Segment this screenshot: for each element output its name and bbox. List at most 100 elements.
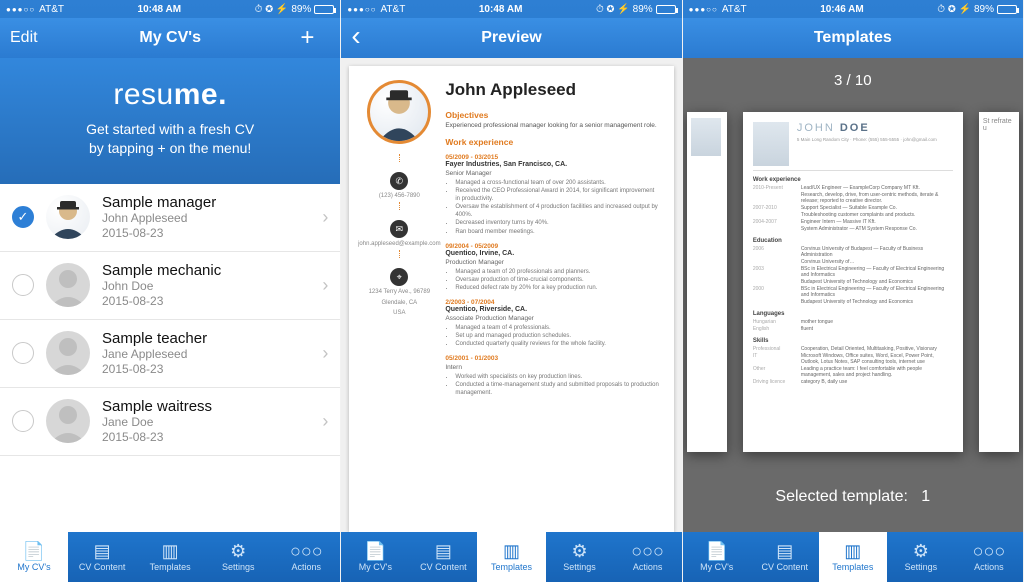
cv-date: 2015-08-23: [102, 294, 310, 309]
status-time: 10:48 AM: [409, 4, 592, 15]
tab-icon: ⚙: [571, 542, 587, 560]
tab-label: Settings: [222, 562, 255, 572]
cv-title: Sample manager: [102, 194, 310, 211]
tab-templates[interactable]: ▥Templates: [819, 532, 887, 582]
template-row: Troubleshooting customer complaints and …: [753, 212, 953, 218]
cv-row[interactable]: Sample mechanicJohn Doe2015-08-23›: [0, 252, 340, 320]
template-row: System Administrator — ATM System Respon…: [753, 226, 953, 232]
screen-preview: AT&T 10:48 AM ⏱ ✪ ⚡ 89% Preview ✆ (123) …: [341, 0, 682, 582]
cv-author: John Appleseed: [102, 211, 310, 226]
tab-label: Templates: [491, 562, 532, 572]
tab-icon: ○○○: [631, 542, 664, 560]
cv-author: John Doe: [102, 279, 310, 294]
status-time: 10:46 AM: [751, 4, 934, 15]
job-dates: 2/2003 - 07/2004: [445, 299, 659, 306]
tab-actions[interactable]: ○○○Actions: [955, 532, 1023, 582]
battery-icon: [997, 5, 1017, 14]
tab-icon: 📄: [705, 542, 727, 560]
chevron-right-icon: ›: [322, 343, 328, 364]
tab-label: Actions: [292, 562, 322, 572]
cv-title: Sample mechanic: [102, 262, 310, 279]
cv-title: Sample waitress: [102, 398, 310, 415]
job-company: Quentico, Riverside, CA.: [445, 306, 659, 313]
tab-cv-content[interactable]: ▤CV Content: [68, 532, 136, 582]
tab-icon: ▤: [776, 542, 793, 560]
template-row: Corvinus University of…: [753, 259, 953, 265]
tab-cv-content[interactable]: ▤ CV Content: [751, 532, 819, 582]
tab-my-cv-s[interactable]: 📄My CV's: [341, 532, 409, 582]
status-indicators: ⏱ ✪ ⚡: [596, 4, 630, 15]
nav-title: Templates: [683, 29, 1023, 47]
edit-button[interactable]: Edit: [10, 29, 40, 47]
tab-icon: ▥: [503, 542, 520, 560]
template-row: OtherLeading a practice team: I feel com…: [753, 366, 953, 378]
tab-actions[interactable]: ○○○Actions: [614, 532, 682, 582]
tab-bar: 📄 My CV's ▤ CV Content ▥Templates⚙Settings○○…: [683, 532, 1023, 582]
job-bullets: Managed a cross-functional team of over …: [445, 179, 659, 236]
tab-templates[interactable]: ▥ Templates: [136, 532, 204, 582]
job-bullets: Managed a team of 20 professionals and p…: [445, 268, 659, 292]
tab-actions[interactable]: ○○○ Actions: [272, 532, 340, 582]
back-button[interactable]: [351, 26, 381, 50]
cv-author: Jane Doe: [102, 415, 310, 430]
section-work: Work experience: [445, 137, 659, 147]
select-circle[interactable]: [12, 410, 34, 432]
select-circle[interactable]: [12, 274, 34, 296]
status-bar: AT&T 10:48 AM ⏱ ✪ ⚡ 89%: [341, 0, 681, 18]
avatar-photo: [46, 195, 90, 239]
job-bullets: Managed a team of 4 professionals.Set up…: [445, 324, 659, 348]
template-section: Skills: [753, 338, 953, 344]
cv-row[interactable]: Sample waitressJane Doe2015-08-23›: [0, 388, 340, 456]
carrier-label: AT&T: [381, 4, 406, 15]
tab-settings[interactable]: ⚙Settings: [546, 532, 614, 582]
job-dates: 05/2001 - 01/2003: [445, 355, 659, 362]
template-row: Hungarianmother tongue: [753, 319, 953, 325]
selected-template-label: Selected template: 1: [683, 488, 1023, 506]
tab-cv-content[interactable]: ▤CV Content: [409, 532, 477, 582]
tab-my-cv-s[interactable]: 📄 My CV's: [683, 532, 751, 582]
screen-my-cvs: AT&T 10:48 AM ⏱ ✪ ⚡ 89% Edit My CV's + r…: [0, 0, 341, 582]
template-carousel[interactable]: 3 / 10 JOHN DOE5 Main Long Random City ·…: [683, 58, 1023, 532]
nav-title: My CV's: [0, 29, 340, 47]
nav-bar: Templates: [683, 18, 1023, 58]
tab-icon: ⚙: [230, 542, 246, 560]
select-circle[interactable]: [12, 342, 34, 364]
contact-email: john.appleseed@example.com: [358, 241, 440, 248]
select-circle[interactable]: [12, 206, 34, 228]
section-objectives: Objectives: [445, 110, 659, 120]
chevron-right-icon: ›: [322, 207, 328, 228]
cv-date: 2015-08-23: [102, 362, 310, 377]
cv-row[interactable]: Sample teacherJane Appleseed2015-08-23›: [0, 320, 340, 388]
add-cv-button[interactable]: +: [300, 28, 330, 48]
status-time: 10:48 AM: [68, 4, 251, 15]
template-row: 2003BSc in Electrical Engineering — Facu…: [753, 266, 953, 278]
cv-row[interactable]: Sample managerJohn Appleseed2015-08-23›: [0, 184, 340, 252]
tab-label: Settings: [905, 562, 938, 572]
template-counter: 3 / 10: [683, 72, 1023, 89]
template-card-current[interactable]: JOHN DOE5 Main Long Random City · Phone:…: [743, 112, 963, 452]
tab-my-cv-s[interactable]: 📄My CV's: [0, 532, 68, 582]
template-card-prev[interactable]: [687, 112, 727, 452]
tab-label: My CV's: [700, 562, 733, 572]
tab-templates[interactable]: ▥ Templates: [477, 532, 545, 582]
profile-photo: [367, 80, 431, 144]
battery-pct: 89%: [974, 4, 994, 15]
tab-icon: ○○○: [290, 542, 323, 560]
resume-document: ✆ (123) 456-7890 ✉ john.appleseed@exampl…: [349, 66, 673, 532]
tab-label: Templates: [832, 562, 873, 572]
preview-viewport[interactable]: ✆ (123) 456-7890 ✉ john.appleseed@exampl…: [341, 58, 681, 532]
job-dates: 09/2004 - 05/2009: [445, 243, 659, 250]
status-bar: AT&T 10:46 AM ⏱ ✪ ⚡ 89%: [683, 0, 1023, 18]
template-row: ProfessionalCooperation, Detail Oriented…: [753, 346, 953, 352]
tab-icon: ▥: [162, 542, 179, 560]
contact-addr2: Glendale, CA: [381, 300, 417, 307]
tab-settings[interactable]: ⚙Settings: [887, 532, 955, 582]
cv-list[interactable]: Sample managerJohn Appleseed2015-08-23›S…: [0, 184, 340, 532]
tab-label: CV Content: [79, 562, 126, 572]
job-role: Associate Production Manager: [445, 315, 659, 322]
template-card-next[interactable]: St refrate u: [979, 112, 1019, 452]
tab-settings[interactable]: ⚙ Settings: [204, 532, 272, 582]
tab-label: CV Content: [761, 562, 808, 572]
carrier-label: AT&T: [39, 4, 64, 15]
tab-label: Templates: [150, 562, 191, 572]
